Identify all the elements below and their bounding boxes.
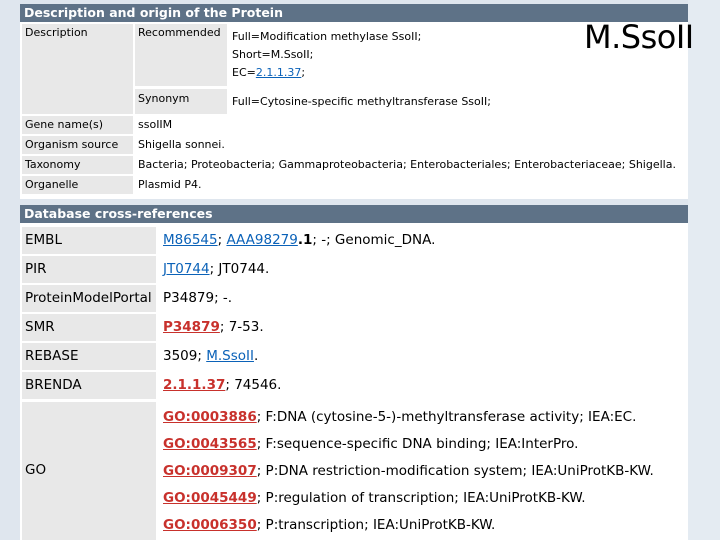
- pir-row: PIR JT0744; JT0744.: [20, 256, 688, 283]
- brenda-link[interactable]: 2.1.1.37: [163, 377, 225, 393]
- taxonomy-value: Bacteria; Proteobacteria; Gammaproteobac…: [138, 158, 676, 171]
- go-row: GO GO:0003886; F:DNA (cytosine-5-)-methy…: [20, 402, 688, 540]
- brenda-row: BRENDA 2.1.1.37; 74546.: [20, 372, 688, 399]
- gene-name-row: Gene name(s) ssoIIM: [20, 116, 688, 134]
- smr-label: SMR: [22, 314, 156, 341]
- go-link[interactable]: GO:0043565: [163, 436, 257, 452]
- ec-prefix: EC=: [232, 66, 256, 79]
- pmp-row: ProteinModelPortal P34879; -.: [20, 285, 688, 312]
- recommended-ec: EC=2.1.1.37;: [232, 64, 688, 82]
- go-item: GO:0003886; F:DNA (cytosine-5-)-methyltr…: [163, 404, 688, 431]
- go-item: GO:0043565; F:sequence-specific DNA bind…: [163, 431, 688, 458]
- smr-value: P34879; 7-53.: [160, 314, 688, 341]
- synonym-label: Synonym: [135, 89, 227, 114]
- go-value: GO:0003886; F:DNA (cytosine-5-)-methyltr…: [160, 402, 688, 540]
- embl-label: EMBL: [22, 227, 156, 254]
- smr-rest: ; 7-53.: [219, 319, 264, 335]
- taxonomy-row: Taxonomy Bacteria; Proteobacteria; Gamma…: [20, 156, 688, 174]
- embl-value: M86545; AAA98279.1; -; Genomic_DNA.: [160, 227, 688, 254]
- gene-name-label: Gene name(s): [22, 116, 133, 134]
- embl-row: EMBL M86545; AAA98279.1; -; Genomic_DNA.: [20, 227, 688, 254]
- ec-suffix: ;: [301, 66, 306, 79]
- go-text: ; P:regulation of transcription; IEA:Uni…: [256, 490, 586, 506]
- rebase-rest: .: [253, 348, 259, 364]
- organism-row: Organism source Shigella sonnei.: [20, 136, 688, 154]
- organism-value: Shigella sonnei.: [138, 138, 225, 151]
- go-item: GO:0045449; P:regulation of transcriptio…: [163, 485, 688, 512]
- ec-link[interactable]: 2.1.1.37: [256, 66, 301, 79]
- pir-label: PIR: [22, 256, 156, 283]
- embl-link-m86545[interactable]: M86545: [163, 232, 218, 248]
- rebase-label: REBASE: [22, 343, 156, 370]
- go-text: ; F:sequence-specific DNA binding; IEA:I…: [256, 436, 579, 452]
- pmp-label: ProteinModelPortal: [22, 285, 156, 312]
- go-link[interactable]: GO:0006350: [163, 517, 257, 533]
- pir-value: JT0744; JT0744.: [160, 256, 688, 283]
- embl-rest: ; -; Genomic_DNA.: [312, 232, 436, 248]
- pir-link[interactable]: JT0744: [163, 261, 210, 277]
- slide-title: M.SsoII: [584, 18, 694, 56]
- database-crossrefs-section: Database cross-references EMBL M86545; A…: [20, 205, 688, 540]
- synonym-value: Full=Cytosine-specific methyltransferase…: [232, 95, 491, 108]
- organelle-label: Organelle: [22, 176, 133, 194]
- go-label: GO: [22, 402, 156, 540]
- brenda-value: 2.1.1.37; 74546.: [160, 372, 688, 399]
- go-item: GO:0006350; P:transcription; IEA:UniProt…: [163, 512, 688, 539]
- smr-row: SMR P34879; 7-53.: [20, 314, 688, 341]
- pir-rest: ; JT0744.: [209, 261, 270, 277]
- rebase-row: REBASE 3509; M.SsoII.: [20, 343, 688, 370]
- go-text: ; F:DNA (cytosine-5-)-methyltransferase …: [256, 409, 637, 425]
- gene-name-value: ssoIIM: [138, 118, 173, 131]
- smr-link[interactable]: P34879: [163, 319, 220, 335]
- embl-version: .1: [297, 232, 313, 248]
- embl-link-aaa98279[interactable]: AAA98279: [226, 232, 297, 248]
- rebase-value: 3509; M.SsoII.: [160, 343, 688, 370]
- rebase-link[interactable]: M.SsoII: [206, 348, 254, 364]
- section-header: Database cross-references: [20, 205, 688, 223]
- brenda-label: BRENDA: [22, 372, 156, 399]
- organelle-row: Organelle Plasmid P4.: [20, 176, 688, 194]
- go-link[interactable]: GO:0003886: [163, 409, 257, 425]
- go-text: ; P:transcription; IEA:UniProtKB-KW.: [256, 517, 496, 533]
- slide-side-stripe: [688, 0, 720, 540]
- recommended-label: Recommended: [135, 24, 227, 86]
- go-link[interactable]: GO:0045449: [163, 490, 257, 506]
- pmp-value: P34879; -.: [163, 290, 233, 306]
- go-item: GO:0009307; P:DNA restriction-modificati…: [163, 458, 688, 485]
- rebase-prefix: 3509;: [163, 348, 207, 364]
- go-text: ; P:DNA restriction-modification system;…: [256, 463, 654, 479]
- organism-label: Organism source: [22, 136, 133, 154]
- taxonomy-label: Taxonomy: [22, 156, 133, 174]
- description-label: Description: [22, 24, 133, 114]
- organelle-value: Plasmid P4.: [138, 178, 202, 191]
- brenda-rest: ; 74546.: [225, 377, 282, 393]
- go-link[interactable]: GO:0009307: [163, 463, 257, 479]
